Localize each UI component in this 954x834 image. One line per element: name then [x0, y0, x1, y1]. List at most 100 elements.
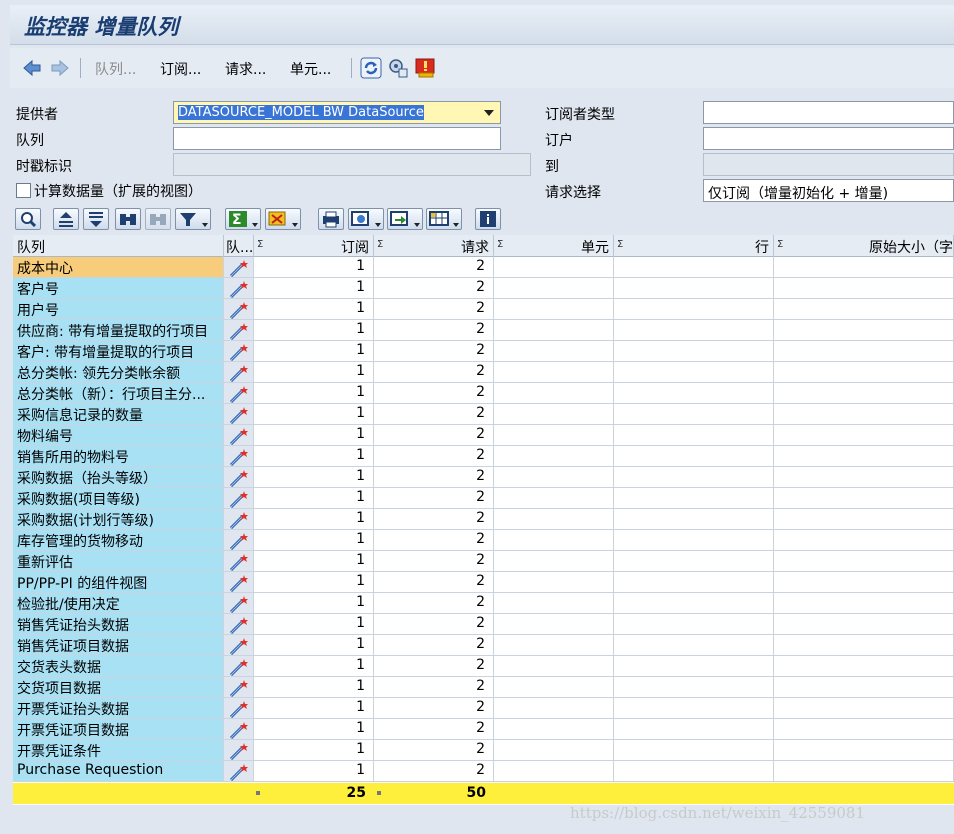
- queue-action-cell[interactable]: [224, 635, 254, 656]
- table-row[interactable]: 物料编号 1 2: [13, 425, 954, 446]
- magic-wand-icon[interactable]: [228, 302, 250, 319]
- export-button[interactable]: [387, 208, 423, 230]
- queue-action-cell[interactable]: [224, 530, 254, 551]
- queue-cell[interactable]: 总分类帐: 领先分类帐余额: [13, 362, 224, 383]
- queue-cell[interactable]: 采购数据(项目等级): [13, 488, 224, 509]
- details-button[interactable]: [15, 208, 41, 230]
- queue-action-cell[interactable]: [224, 656, 254, 677]
- queue-action-cell[interactable]: [224, 572, 254, 593]
- column-header-rows[interactable]: Σ行: [614, 235, 774, 257]
- magic-wand-icon[interactable]: [228, 281, 250, 298]
- magic-wand-icon[interactable]: [228, 575, 250, 592]
- table-row[interactable]: Purchase Requestion 1 2: [13, 761, 954, 782]
- magic-wand-icon[interactable]: [228, 386, 250, 403]
- queue-action-cell[interactable]: [224, 467, 254, 488]
- unit-button[interactable]: 单元...: [290, 59, 331, 79]
- table-row[interactable]: 库存管理的货物移动 1 2: [13, 530, 954, 551]
- subscription-button[interactable]: 订阅...: [160, 59, 201, 79]
- queue-action-cell[interactable]: [224, 320, 254, 341]
- queue-cell[interactable]: 采购数据(计划行等级): [13, 509, 224, 530]
- provider-field[interactable]: DATASOURCE_MODEL BW DataSource: [173, 101, 501, 124]
- queue-action-cell[interactable]: [224, 341, 254, 362]
- magic-wand-icon[interactable]: [228, 323, 250, 340]
- queue-cell[interactable]: 销售所用的物料号: [13, 446, 224, 467]
- queue-cell[interactable]: 采购信息记录的数量: [13, 404, 224, 425]
- queue-action-cell[interactable]: [224, 257, 254, 278]
- subscriber-field[interactable]: [703, 127, 954, 150]
- queue-action-cell[interactable]: [224, 614, 254, 635]
- table-row[interactable]: 销售所用的物料号 1 2: [13, 446, 954, 467]
- table-row[interactable]: 用户号 1 2: [13, 299, 954, 320]
- find-next-button[interactable]: [145, 208, 171, 230]
- queue-cell[interactable]: 用户号: [13, 299, 224, 320]
- magic-wand-icon[interactable]: [228, 344, 250, 361]
- magic-wand-icon[interactable]: [228, 617, 250, 634]
- queue-action-cell[interactable]: [224, 446, 254, 467]
- column-header-queue[interactable]: 队列: [13, 235, 224, 257]
- request-button[interactable]: 请求...: [225, 59, 266, 79]
- table-row[interactable]: 重新评估 1 2: [13, 551, 954, 572]
- column-header-requests[interactable]: Σ 请求: [374, 235, 494, 257]
- queue-action-cell[interactable]: [224, 698, 254, 719]
- table-row[interactable]: 销售凭证项目数据 1 2: [13, 635, 954, 656]
- table-row[interactable]: 总分类帐（新）：行项目主分... 1 2: [13, 383, 954, 404]
- magic-wand-icon[interactable]: [228, 365, 250, 382]
- layout-button[interactable]: [426, 208, 462, 230]
- sum-button[interactable]: Σ: [225, 208, 261, 230]
- queue-cell[interactable]: 客户号: [13, 278, 224, 299]
- column-header-units[interactable]: Σ 单元: [494, 235, 614, 257]
- queue-action-cell[interactable]: [224, 425, 254, 446]
- queue-action-cell[interactable]: [224, 761, 254, 782]
- queue-action-cell[interactable]: [224, 404, 254, 425]
- queue-cell[interactable]: 销售凭证抬头数据: [13, 614, 224, 635]
- calc-data-checkbox[interactable]: [16, 183, 31, 198]
- queue-cell[interactable]: 客户: 带有增量提取的行项目: [13, 341, 224, 362]
- queue-action-cell[interactable]: [224, 299, 254, 320]
- table-row[interactable]: 采购数据(计划行等级) 1 2: [13, 509, 954, 530]
- table-row[interactable]: 交货项目数据 1 2: [13, 677, 954, 698]
- queue-cell[interactable]: 供应商: 带有增量提取的行项目: [13, 320, 224, 341]
- table-row[interactable]: PP/PP-PI 的组件视图 1 2: [13, 572, 954, 593]
- magic-wand-icon[interactable]: [228, 533, 250, 550]
- table-row[interactable]: 开票凭证项目数据 1 2: [13, 719, 954, 740]
- queue-cell[interactable]: 开票凭证项目数据: [13, 719, 224, 740]
- magic-wand-icon[interactable]: [228, 407, 250, 424]
- filter-button[interactable]: [175, 208, 211, 230]
- table-row[interactable]: 客户号 1 2: [13, 278, 954, 299]
- table-row[interactable]: 开票凭证抬头数据 1 2: [13, 698, 954, 719]
- table-row[interactable]: 交货表头数据 1 2: [13, 656, 954, 677]
- queue-cell[interactable]: PP/PP-PI 的组件视图: [13, 572, 224, 593]
- magic-wand-icon[interactable]: [228, 596, 250, 613]
- table-row[interactable]: 开票凭证条件 1 2: [13, 740, 954, 761]
- subtotal-button[interactable]: [265, 208, 301, 230]
- alert-icon[interactable]: [415, 57, 437, 79]
- table-row[interactable]: 采购信息记录的数量 1 2: [13, 404, 954, 425]
- dropdown-arrow-icon[interactable]: [484, 110, 494, 116]
- queue-action-cell[interactable]: [224, 278, 254, 299]
- table-row[interactable]: 供应商: 带有增量提取的行项目 1 2: [13, 320, 954, 341]
- column-header-subscriptions[interactable]: Σ 订阅: [254, 235, 374, 257]
- magic-wand-icon[interactable]: [228, 491, 250, 508]
- sort-ascending-button[interactable]: [53, 208, 79, 230]
- queue-cell[interactable]: 库存管理的货物移动: [13, 530, 224, 551]
- queue-cell[interactable]: 交货表头数据: [13, 656, 224, 677]
- table-row[interactable]: 采购数据(项目等级) 1 2: [13, 488, 954, 509]
- queue-cell[interactable]: 开票凭证条件: [13, 740, 224, 761]
- request-selection-field[interactable]: 仅订阅（增量初始化 + 增量): [703, 179, 954, 202]
- magic-wand-icon[interactable]: [228, 554, 250, 571]
- magic-wand-icon[interactable]: [228, 449, 250, 466]
- queue-action-cell[interactable]: [224, 551, 254, 572]
- queue-action-cell[interactable]: [224, 719, 254, 740]
- queue-action-cell[interactable]: [224, 383, 254, 404]
- magic-wand-icon[interactable]: [228, 659, 250, 676]
- magic-wand-icon[interactable]: [228, 512, 250, 529]
- queue-action-cell[interactable]: [224, 488, 254, 509]
- magic-wand-icon[interactable]: [228, 260, 250, 277]
- queue-cell[interactable]: 检验批/使用决定: [13, 593, 224, 614]
- queue-action-cell[interactable]: [224, 677, 254, 698]
- print-button[interactable]: [318, 208, 344, 230]
- magic-wand-icon[interactable]: [228, 764, 250, 781]
- queue-action-cell[interactable]: [224, 593, 254, 614]
- queue-cell[interactable]: 总分类帐（新）：行项目主分...: [13, 383, 224, 404]
- find-button[interactable]: [115, 208, 141, 230]
